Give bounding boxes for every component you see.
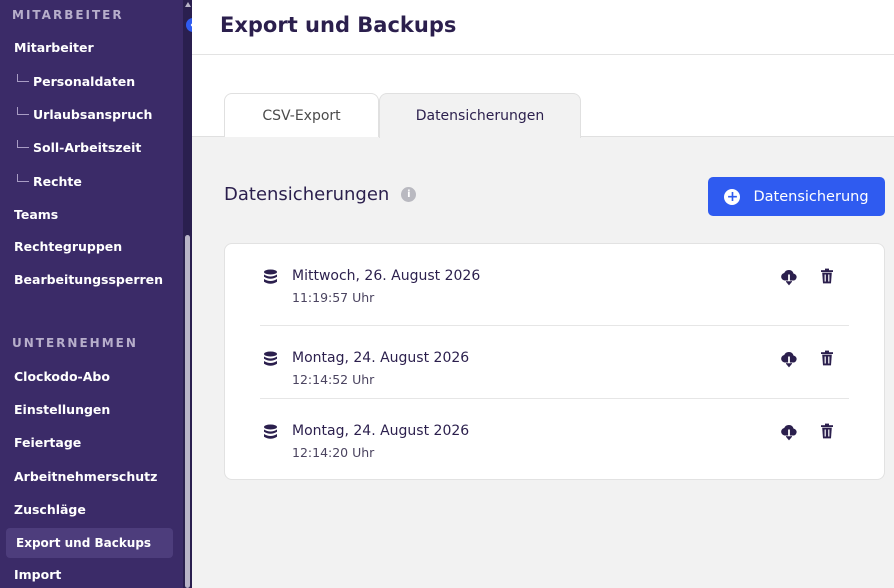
sidebar-item-bearbeitungssperren[interactable]: Bearbeitungssperren: [0, 264, 183, 294]
tab-bar: CSV-Export Datensicherungen: [192, 55, 894, 138]
tab-csv-export[interactable]: CSV-Export: [224, 93, 379, 137]
sidebar-item-arbeitnehmerschutz[interactable]: Arbeitnehmerschutz: [0, 461, 183, 491]
sidebar-item-einstellungen[interactable]: Einstellungen: [0, 394, 183, 424]
sidebar-item-label: Bearbeitungssperren: [14, 271, 164, 287]
trash-icon[interactable]: [820, 423, 834, 439]
sidebar-item-label: Urlaubsanspruch: [33, 106, 153, 122]
backup-time: 12:14:20 Uhr: [292, 445, 375, 460]
backup-date: Montag, 24. August 2026: [292, 423, 470, 439]
backup-date: Montag, 24. August 2026: [292, 350, 470, 366]
sidebar-item-teams[interactable]: Teams: [0, 199, 183, 229]
sidebar-scrollbar[interactable]: [183, 0, 192, 588]
database-icon: [264, 351, 277, 366]
sidebar-item-personaldaten[interactable]: Personaldaten: [0, 66, 183, 96]
sidebar-item-export-und-backups[interactable]: Export und Backups: [6, 528, 173, 558]
sidebar-item-feiertage[interactable]: Feiertage: [0, 427, 183, 457]
cloud-download-icon[interactable]: [780, 268, 798, 286]
sidebar-item-import[interactable]: Import: [0, 559, 183, 588]
scrollbar-thumb[interactable]: [185, 235, 190, 588]
trash-icon[interactable]: [820, 350, 834, 366]
scroll-up-arrow-icon[interactable]: [185, 2, 191, 7]
add-backup-button[interactable]: + Datensicherung: [708, 177, 885, 216]
sidebar-item-mitarbeiter[interactable]: Mitarbeiter: [0, 32, 183, 62]
cloud-download-icon[interactable]: [780, 350, 798, 368]
sidebar-item-label: Teams: [14, 206, 59, 222]
sidebar-item-label: Import: [14, 566, 62, 582]
sidebar-item-label: Einstellungen: [14, 401, 111, 417]
backup-list-item: Mittwoch, 26. August 2026 11:19:57 Uhr: [260, 244, 849, 318]
section-heading-text: Datensicherungen: [224, 184, 390, 205]
info-icon[interactable]: i: [401, 187, 417, 202]
tab-datensicherungen[interactable]: Datensicherungen: [379, 93, 581, 138]
sidebar-item-rechtegruppen[interactable]: Rechtegruppen: [0, 231, 183, 261]
sidebar-item-rechte[interactable]: Rechte: [0, 166, 183, 196]
database-icon: [264, 269, 277, 284]
section-heading: Datensicherungen i: [224, 184, 417, 205]
sidebar-item-label: Rechte: [33, 173, 82, 189]
backup-list: Mittwoch, 26. August 2026 11:19:57 Uhr M…: [224, 243, 885, 480]
database-icon: [264, 424, 277, 439]
section-title-unternehmen: UNTERNEHMEN: [12, 336, 138, 350]
section-title-mitarbeiter: MITARBEITER: [12, 8, 124, 22]
sidebar-item-label: Rechtegruppen: [14, 238, 123, 254]
cloud-download-icon[interactable]: [780, 423, 798, 441]
page-title: Export und Backups: [220, 13, 457, 37]
sidebar-item-label: Export und Backups: [16, 536, 152, 550]
sidebar-item-label: Feiertage: [14, 434, 82, 450]
backup-list-item: Montag, 24. August 2026 12:14:20 Uhr: [260, 398, 849, 472]
sidebar-item-label: Clockodo-Abo: [14, 368, 110, 384]
tree-branch-icon: [17, 140, 29, 148]
backup-list-item: Montag, 24. August 2026 12:14:52 Uhr: [260, 325, 849, 399]
sidebar-item-label: Soll-Arbeitszeit: [33, 139, 142, 155]
add-backup-button-label: Datensicherung: [753, 188, 869, 205]
plus-circle-icon: +: [724, 188, 741, 205]
tree-branch-icon: [17, 174, 29, 182]
sidebar-item-label: Arbeitnehmerschutz: [14, 468, 158, 484]
backup-time: 11:19:57 Uhr: [292, 290, 375, 305]
page-header: Export und Backups: [192, 0, 894, 55]
backup-time: 12:14:52 Uhr: [292, 372, 375, 387]
sidebar: MITARBEITER Mitarbeiter Personaldaten Ur…: [0, 0, 183, 588]
sidebar-item-label: Personaldaten: [33, 73, 136, 89]
backup-date: Mittwoch, 26. August 2026: [292, 268, 481, 284]
sidebar-item-soll-arbeitszeit[interactable]: Soll-Arbeitszeit: [0, 132, 183, 162]
trash-icon[interactable]: [820, 268, 834, 284]
sidebar-item-clockodo-abo[interactable]: Clockodo-Abo: [0, 361, 183, 391]
sidebar-item-zuschlaege[interactable]: Zuschläge: [0, 494, 183, 524]
tree-branch-icon: [17, 74, 29, 82]
tree-branch-icon: [17, 107, 29, 115]
sidebar-item-label: Zuschläge: [14, 501, 86, 517]
sidebar-item-urlaubsanspruch[interactable]: Urlaubsanspruch: [0, 99, 183, 129]
sidebar-item-label: Mitarbeiter: [14, 39, 94, 55]
